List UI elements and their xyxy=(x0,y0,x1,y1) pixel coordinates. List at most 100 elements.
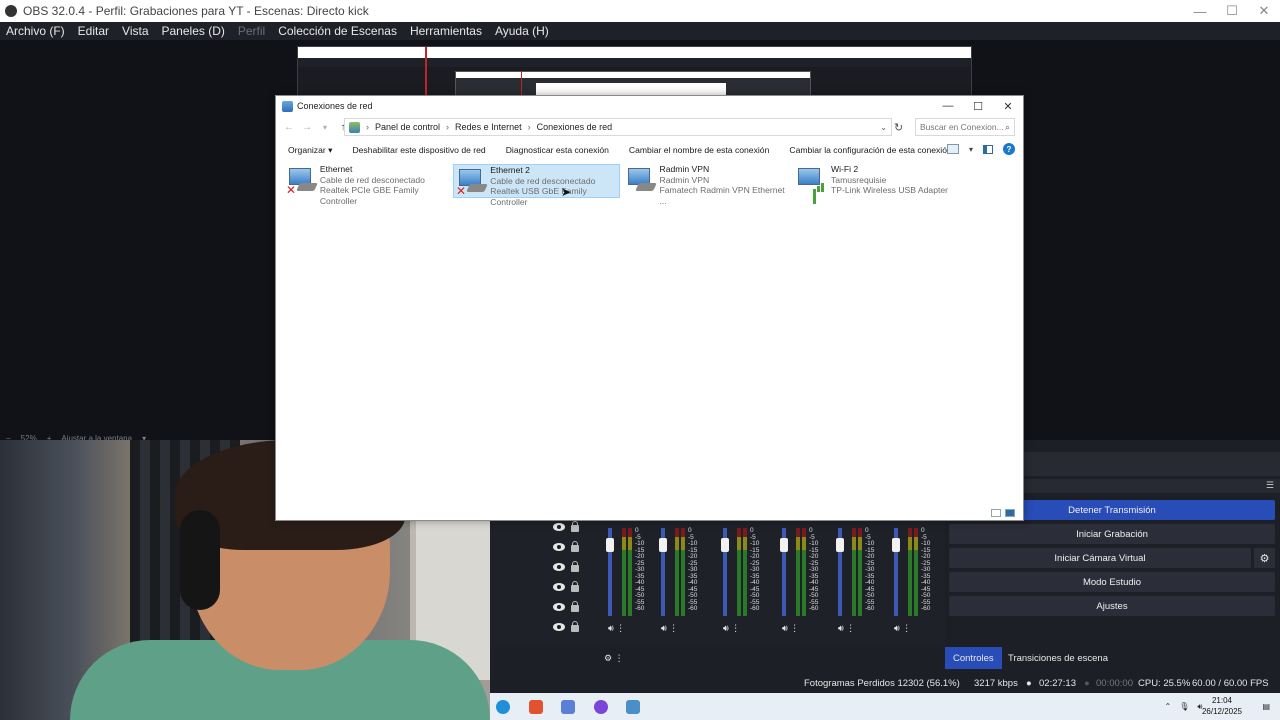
nested-inner-title xyxy=(456,72,810,78)
adapter-wifi-2[interactable]: Wi-Fi 2 Tamusrequisie TP-Link Wireless U… xyxy=(793,164,963,204)
change-settings-button[interactable]: Cambiar la configuración de esta conexió… xyxy=(789,145,951,155)
mixer-settings-icon[interactable]: ⚙ ⋮ xyxy=(604,653,624,664)
dock-header xyxy=(1023,452,1280,476)
lock-icon[interactable] xyxy=(571,601,579,612)
volume-knob[interactable] xyxy=(606,538,614,552)
forward-icon[interactable]: → xyxy=(298,122,316,133)
tab-controles[interactable]: Controles xyxy=(945,647,1002,669)
disable-device-button[interactable]: Deshabilitar este dispositivo de red xyxy=(352,145,485,155)
close-icon[interactable]: ✕ xyxy=(1248,0,1280,22)
lock-icon[interactable] xyxy=(571,521,579,532)
chevron-right-icon[interactable]: › xyxy=(446,122,449,132)
meter-scale: 0 -5 -10 -15 -20 -25 -30 -35 -40 -45 -50 -55 -60 xyxy=(688,527,698,612)
minimize-icon[interactable]: — xyxy=(933,96,963,116)
microphone-icon[interactable]: 🎙︎ xyxy=(1179,702,1189,711)
search-input[interactable]: Buscar en Conexion... ⌕ xyxy=(915,118,1015,136)
breadcrumb-redes-internet[interactable]: Redes e Internet xyxy=(455,122,522,132)
volume-knob[interactable] xyxy=(892,538,900,552)
chevron-right-icon[interactable]: › xyxy=(528,122,531,132)
level-meter xyxy=(681,528,685,616)
speaker-icon[interactable]: 🔊︎ ⋮ xyxy=(838,623,855,634)
explorer-title-bar: Conexiones de red — ☐ ✕ xyxy=(276,96,1023,116)
refresh-icon[interactable]: ↻ xyxy=(894,121,903,134)
lock-icon[interactable] xyxy=(571,621,579,632)
search-icon[interactable]: ⌕ xyxy=(1005,122,1010,133)
wifi-adapter-icon xyxy=(795,165,827,204)
command-bar: Organizar ▾ Deshabilitar este dispositiv… xyxy=(276,140,1025,160)
close-icon[interactable]: ✕ xyxy=(993,96,1023,116)
level-meter xyxy=(675,528,679,616)
breadcrumb[interactable]: › Panel de control › Redes e Internet › … xyxy=(344,118,892,136)
meter-scale: 0 -5 -10 -15 -20 -25 -30 -35 -40 -45 -50 -55 -60 xyxy=(809,527,819,612)
maximize-icon[interactable]: ☐ xyxy=(963,96,993,116)
chevron-right-icon[interactable]: › xyxy=(366,122,369,132)
help-icon[interactable]: ? xyxy=(1003,143,1015,155)
menu-archivo[interactable]: Archivo (F) xyxy=(6,24,65,38)
obs-taskbar-icon[interactable] xyxy=(594,700,608,714)
meter-scale: 0 -5 -10 -15 -20 -25 -30 -35 -40 -45 -50 -55 -60 xyxy=(865,527,875,612)
eye-icon[interactable] xyxy=(553,523,565,531)
speaker-icon[interactable]: 🔊︎ ⋮ xyxy=(608,623,625,634)
eye-icon[interactable] xyxy=(553,623,565,631)
volume-knob[interactable] xyxy=(721,538,729,552)
lock-icon[interactable] xyxy=(571,581,579,592)
stream-time: 02:27:13 xyxy=(1039,677,1076,689)
eye-icon[interactable] xyxy=(553,583,565,591)
volume-knob[interactable] xyxy=(659,538,667,552)
rename-button[interactable]: Cambiar el nombre de esta conexión xyxy=(629,145,769,155)
recent-chevron-icon[interactable]: ▾ xyxy=(316,123,334,132)
adapter-device: TP-Link Wireless USB Adapter xyxy=(831,185,949,195)
menu-herramientas[interactable]: Herramientas xyxy=(410,24,482,38)
diagnose-button[interactable]: Diagnosticar esta conexión xyxy=(506,145,609,155)
eye-icon[interactable] xyxy=(553,603,565,611)
adapter-ethernet-2[interactable]: ✕ Ethernet 2 Cable de red desconectado R… xyxy=(453,164,620,207)
app-icon[interactable] xyxy=(561,700,575,714)
view-options-icon[interactable] xyxy=(946,144,959,154)
brave-icon[interactable] xyxy=(529,700,543,714)
dock-menu-icon[interactable]: ☰ xyxy=(1266,480,1274,491)
control-panel-taskbar-icon[interactable] xyxy=(626,700,640,714)
edge-icon[interactable] xyxy=(496,700,510,714)
obs-status-bar: Fotogramas Perdidos 12302 (56.1%) 3217 k… xyxy=(490,673,1280,693)
tray-chevron-icon[interactable]: ⌃ xyxy=(1165,702,1172,711)
virtualcam-gear-icon[interactable]: ⚙ xyxy=(1254,548,1275,568)
details-view-icon[interactable] xyxy=(991,509,1001,517)
settings-button[interactable]: Ajustes xyxy=(949,596,1275,616)
tab-transiciones[interactable]: Transiciones de escena xyxy=(1000,647,1116,669)
maximize-icon[interactable]: ☐ xyxy=(1216,0,1248,22)
start-recording-button[interactable]: Iniciar Grabación xyxy=(949,524,1275,544)
menu-ayuda[interactable]: Ayuda (H) xyxy=(495,24,549,38)
minimize-icon[interactable]: — xyxy=(1184,0,1216,22)
adapter-status: Tamusrequisie xyxy=(831,174,887,185)
menu-perfil[interactable]: Perfil xyxy=(238,24,265,38)
large-icons-view-icon[interactable] xyxy=(1005,509,1015,517)
adapter-ethernet[interactable]: ✕ Ethernet Cable de red desconectado Rea… xyxy=(284,164,449,206)
back-icon[interactable]: ← xyxy=(280,122,298,133)
organize-button[interactable]: Organizar ▾ xyxy=(288,145,332,156)
chevron-down-icon[interactable]: ▾ xyxy=(969,145,973,154)
studio-mode-button[interactable]: Modo Estudio xyxy=(949,572,1275,592)
lock-icon[interactable] xyxy=(571,561,579,572)
volume-knob[interactable] xyxy=(780,538,788,552)
menu-paneles[interactable]: Paneles (D) xyxy=(162,24,225,38)
adapter-status: Radmin VPN xyxy=(659,174,710,185)
speaker-icon[interactable]: 🔊︎ ⋮ xyxy=(894,623,911,634)
address-dropdown-icon[interactable]: ⌄ xyxy=(880,123,887,132)
menu-editar[interactable]: Editar xyxy=(78,24,109,38)
clock[interactable]: 21:04 26/12/2025 xyxy=(1200,695,1244,717)
eye-icon[interactable] xyxy=(553,563,565,571)
eye-icon[interactable] xyxy=(553,543,565,551)
start-virtualcam-button[interactable]: Iniciar Cámara Virtual xyxy=(949,548,1251,568)
menu-coleccion-escenas[interactable]: Colección de Escenas xyxy=(278,24,397,38)
breadcrumb-panel-control[interactable]: Panel de control xyxy=(375,122,440,132)
speaker-icon[interactable]: 🔊︎ ⋮ xyxy=(782,623,799,634)
menu-vista[interactable]: Vista xyxy=(122,24,148,38)
breadcrumb-conexiones-red[interactable]: Conexiones de red xyxy=(537,122,613,132)
volume-knob[interactable] xyxy=(836,538,844,552)
notification-icon[interactable]: ▤ xyxy=(1262,702,1270,711)
speaker-icon[interactable]: 🔊︎ ⋮ xyxy=(723,623,740,634)
adapter-radmin-vpn[interactable]: Radmin VPN Radmin VPN Famatech Radmin VP… xyxy=(623,164,788,206)
speaker-icon[interactable]: 🔊︎ ⋮ xyxy=(661,623,678,634)
lock-icon[interactable] xyxy=(571,541,579,552)
preview-pane-icon[interactable] xyxy=(983,144,993,154)
